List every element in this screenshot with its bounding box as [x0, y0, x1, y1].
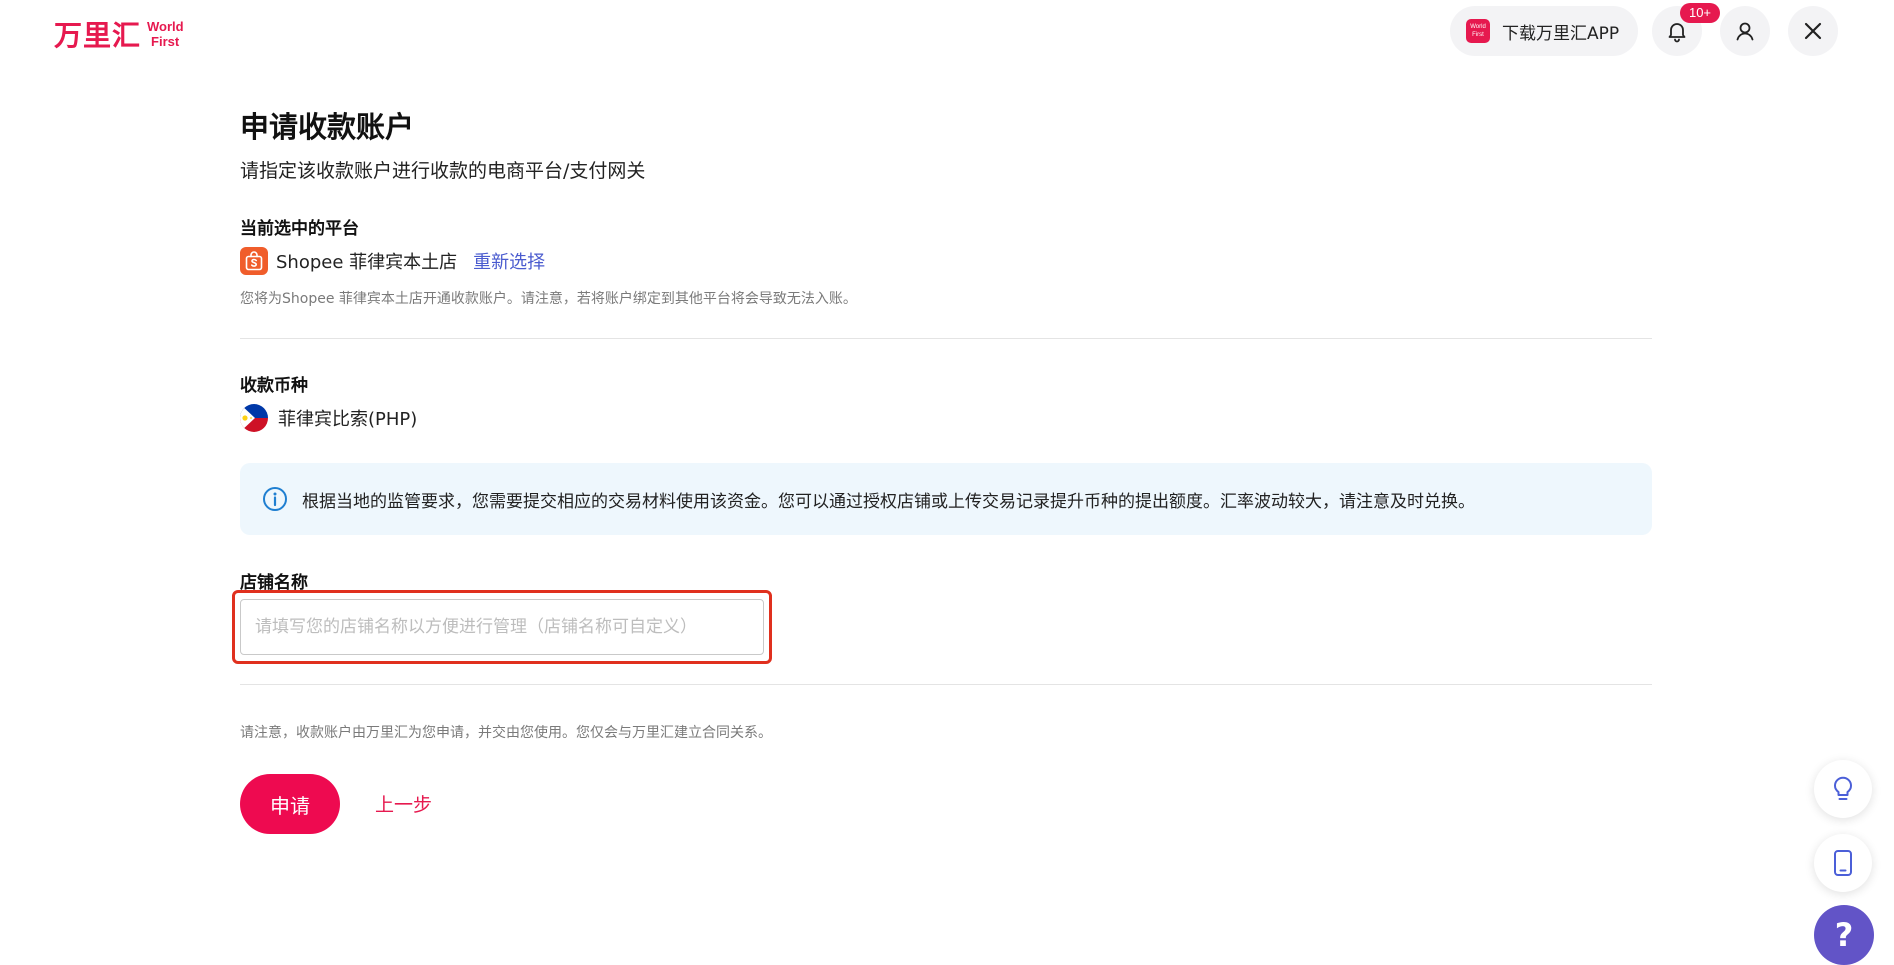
close-button[interactable]	[1788, 6, 1838, 56]
currency-row: 菲律宾比索(PHP)	[240, 404, 417, 432]
mobile-icon	[1834, 850, 1852, 876]
download-app-label: 下载万里汇APP	[1502, 23, 1620, 44]
user-icon	[1736, 22, 1754, 41]
platform-section-label: 当前选中的平台	[240, 219, 359, 239]
world-first-app-icon: World First	[1466, 19, 1490, 43]
logo-chinese-text: 万里汇	[54, 19, 142, 52]
regulation-notice: 根据当地的监管要求，您需要提交相应的交易材料使用该资金。您可以通过授权店铺或上传…	[240, 463, 1652, 535]
platform-row: Shopee 菲律宾本土店 重新选择	[240, 247, 545, 275]
notification-badge: 10+	[1680, 3, 1720, 23]
bell-icon	[1668, 23, 1686, 43]
world-first-logo[interactable]: 万里汇 World First	[54, 14, 184, 54]
page-subtitle: 请指定该收款账户进行收款的电商平台/支付网关	[240, 160, 646, 182]
section-divider	[240, 684, 1652, 685]
info-icon	[263, 487, 287, 511]
page-title: 申请收款账户	[240, 110, 415, 144]
previous-step-link[interactable]: 上一步	[375, 790, 432, 817]
currency-name: 菲律宾比索(PHP)	[278, 409, 418, 430]
apply-button[interactable]: 申请	[240, 774, 340, 834]
contract-footnote: 请注意，收款账户由万里汇为您申请，并交由您使用。您仅会与万里汇建立合同关系。	[240, 725, 772, 741]
logo-english-text: World First	[147, 19, 184, 49]
tips-button[interactable]	[1814, 760, 1872, 818]
platform-name: Shopee 菲律宾本土店	[276, 252, 458, 273]
reselect-platform-link[interactable]: 重新选择	[473, 248, 545, 274]
section-divider	[240, 338, 1652, 339]
notice-text: 根据当地的监管要求，您需要提交相应的交易材料使用该资金。您可以通过授权店铺或上传…	[302, 491, 1475, 512]
store-name-input[interactable]	[240, 599, 764, 655]
close-icon	[1804, 22, 1822, 40]
download-app-button[interactable]: World First 下载万里汇APP	[1450, 6, 1638, 56]
philippines-flag-icon	[240, 404, 268, 432]
help-button[interactable]: ?	[1814, 905, 1874, 965]
platform-hint: 您将为Shopee 菲律宾本土店开通收款账户。请注意，若将账户绑定到其他平台将会…	[240, 291, 857, 307]
lightbulb-icon	[1834, 776, 1852, 800]
shopee-icon	[240, 247, 268, 275]
help-icon: ?	[1834, 916, 1854, 954]
mobile-app-button[interactable]	[1814, 834, 1872, 892]
account-button[interactable]	[1720, 6, 1770, 56]
currency-section-label: 收款币种	[240, 376, 308, 396]
